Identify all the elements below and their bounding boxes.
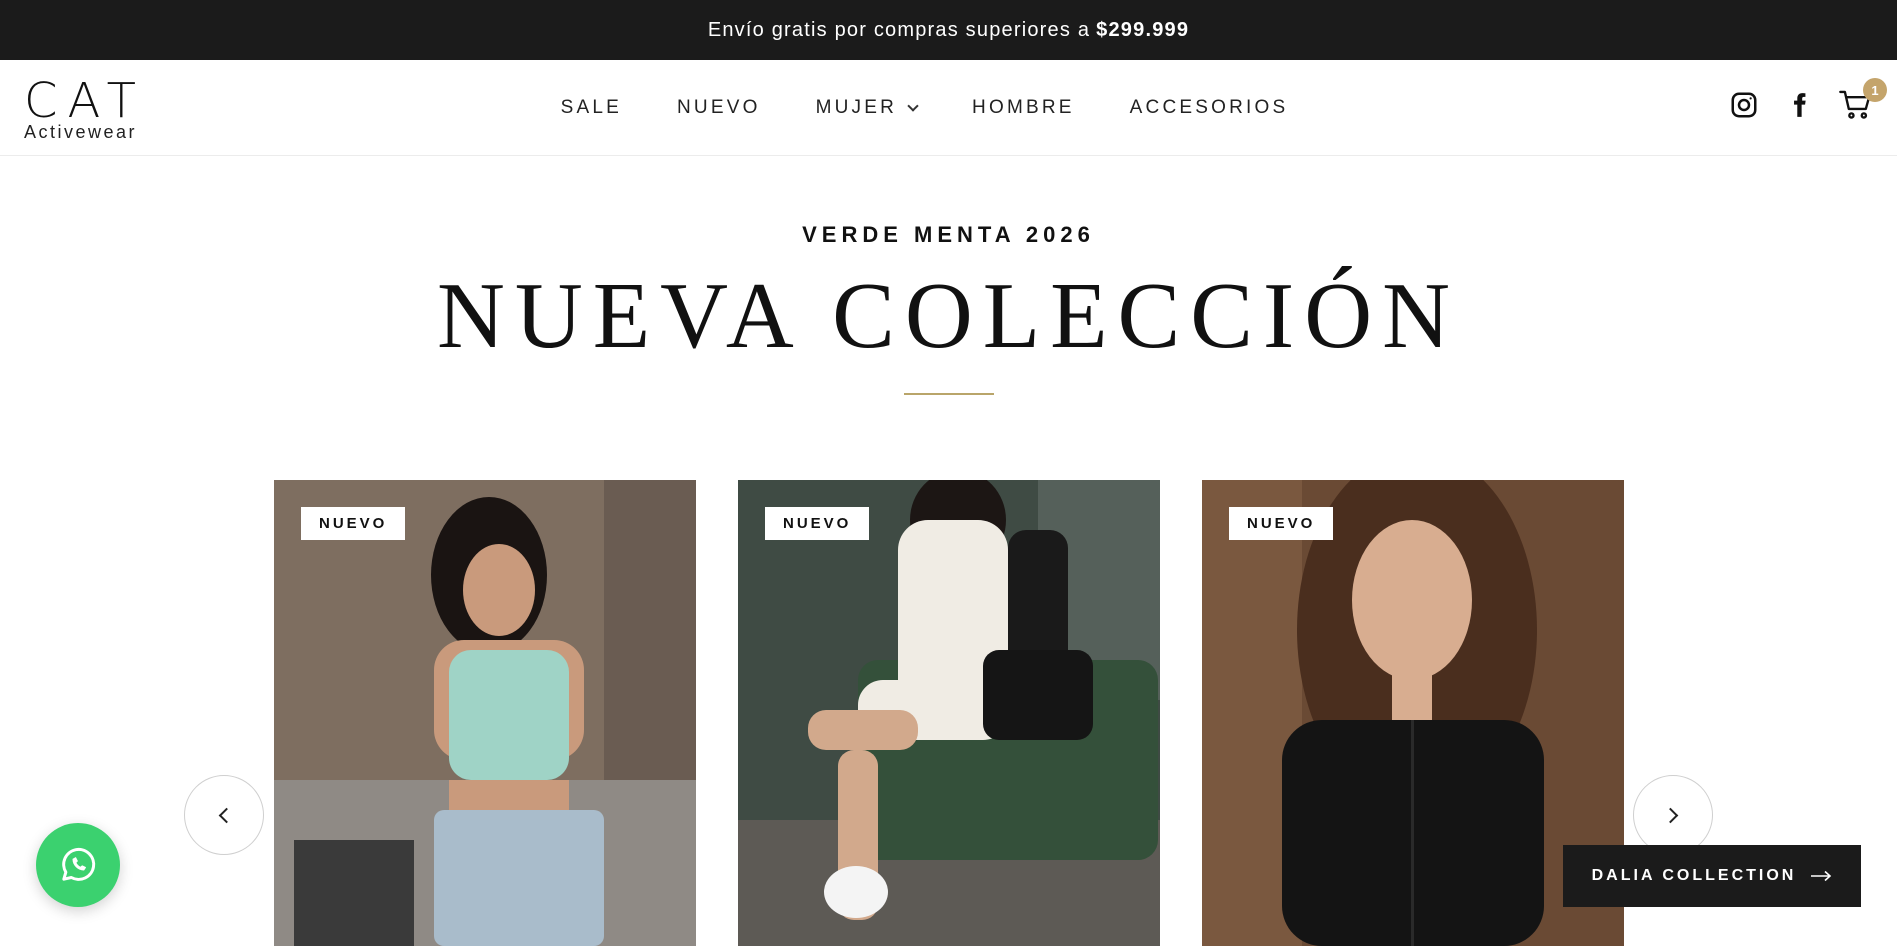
chevron-right-icon <box>1662 807 1679 823</box>
logo-subtitle: Activewear <box>24 122 138 142</box>
carousel-next-button[interactable] <box>1633 775 1713 855</box>
header-icons: 1 <box>1727 78 1887 122</box>
cart-count-badge: 1 <box>1863 78 1887 102</box>
announcement-text: Envío gratis por compras superiores a <box>707 18 1091 41</box>
nav-item-sale[interactable]: SALE <box>561 97 622 119</box>
product-badge: NUEVO <box>1229 507 1334 540</box>
nav-item-label: ACCESORIOS <box>1129 97 1289 118</box>
logo[interactable]: CAT Activewear <box>24 73 154 142</box>
product-card[interactable]: NUEVO <box>1202 480 1624 946</box>
collection-eyebrow: VERDE MENTA 2026 <box>802 222 1095 247</box>
product-image <box>738 480 1160 946</box>
chevron-down-icon <box>907 99 919 112</box>
nav-item-label: MUJER <box>815 97 898 118</box>
nav-item-label: SALE <box>560 97 623 118</box>
dalia-collection-button[interactable]: DALIA COLLECTION <box>1563 845 1861 907</box>
chevron-left-icon <box>218 807 235 823</box>
product-badge: NUEVO <box>765 507 870 540</box>
announcement-amount: $299.999 <box>1096 18 1190 41</box>
logo-mark: CAT <box>24 73 146 129</box>
product-image <box>274 480 696 946</box>
whatsapp-button[interactable] <box>36 823 120 907</box>
facebook-icon[interactable] <box>1783 88 1817 122</box>
main-nav: SALE NUEVO MUJER HOMBRE ACCESORIOS <box>0 60 1897 156</box>
product-card[interactable]: NUEVO <box>274 480 696 946</box>
cart-button[interactable]: 1 <box>1839 78 1887 122</box>
nav-item-label: NUEVO <box>677 97 761 118</box>
arrow-right-icon <box>1811 870 1832 882</box>
whatsapp-icon <box>62 847 96 881</box>
instagram-icon[interactable] <box>1727 88 1761 122</box>
product-image <box>1202 480 1624 946</box>
announcement-bar: Envío gratis por compras superiores a $2… <box>0 0 1897 60</box>
title-divider <box>904 393 994 395</box>
product-badge: NUEVO <box>301 507 406 540</box>
nav-item-hombre[interactable]: HOMBRE <box>972 97 1075 119</box>
page-title: NUEVA COLECCIÓN <box>436 264 1461 368</box>
product-card[interactable]: NUEVO <box>738 480 1160 946</box>
carousel-prev-button[interactable] <box>184 775 264 855</box>
nav-item-mujer[interactable]: MUJER <box>815 97 919 119</box>
nav-item-label: HOMBRE <box>972 97 1075 118</box>
cta-label: DALIA COLLECTION <box>1591 867 1797 884</box>
nav-item-nuevo[interactable]: NUEVO <box>677 97 761 119</box>
site-header: CAT Activewear SALE NUEVO MUJER HOMBRE A… <box>0 60 1897 156</box>
nav-item-accesorios[interactable]: ACCESORIOS <box>1130 97 1289 119</box>
